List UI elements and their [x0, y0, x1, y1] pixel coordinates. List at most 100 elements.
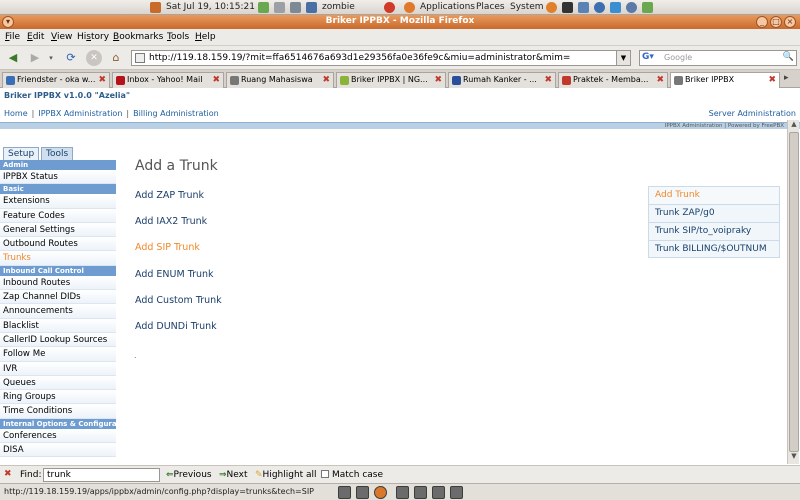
page-scrollbar[interactable]: ▲ ▼ — [787, 120, 799, 464]
check-launcher-icon[interactable] — [610, 2, 621, 13]
add-trunk-link-add-custom-trunk[interactable]: Add Custom Trunk — [135, 295, 222, 306]
taskbar-app-icon[interactable] — [338, 486, 351, 499]
close-window-icon[interactable]: × — [784, 16, 796, 28]
tab-close-icon[interactable]: ✖ — [98, 73, 106, 87]
tab-setup[interactable]: Setup — [3, 147, 40, 160]
sidebar-item-outbound-routes[interactable]: Outbound Routes — [0, 237, 116, 252]
sidebar-item-time-conditions[interactable]: Time Conditions — [0, 404, 116, 419]
help-launcher-icon[interactable] — [594, 2, 605, 13]
minimize-icon[interactable]: _ — [756, 16, 768, 28]
url-dropdown-icon[interactable]: ▼ — [616, 50, 631, 66]
firefox-launcher-icon[interactable] — [546, 2, 557, 13]
sidebar-item-callerid-lookup-sources[interactable]: CallerID Lookup Sources — [0, 332, 116, 348]
history-dropdown-icon[interactable]: ▾ — [43, 50, 59, 66]
menu-tools[interactable]: Tools — [167, 32, 189, 42]
tab-friendster[interactable]: Friendster - oka w... ✖ — [2, 72, 110, 88]
tab-close-icon[interactable]: ✖ — [656, 73, 664, 87]
search-input[interactable]: G▾ Google 🔍 — [639, 50, 797, 66]
tab-tools[interactable]: Tools — [41, 147, 74, 160]
taskbar-app-icon[interactable] — [396, 486, 409, 499]
google-engine-icon[interactable]: G▾ — [642, 52, 662, 64]
menu-help[interactable]: Help — [195, 32, 216, 42]
tab-list-icon[interactable]: ▸ — [784, 73, 789, 83]
taskbar-firefox-icon[interactable] — [374, 486, 387, 499]
forward-icon[interactable]: ▶ — [27, 50, 43, 66]
tab-rumah-kanker[interactable]: Rumah Kanker - ... ✖ — [448, 72, 556, 88]
search-icon[interactable]: 🔍 — [783, 52, 794, 62]
taskbar-app-icon[interactable] — [356, 486, 369, 499]
sidebar-item-extensions[interactable]: Extensions — [0, 194, 116, 209]
sidebar-item-ring-groups[interactable]: Ring Groups — [0, 390, 116, 405]
sidebar-item-conferences[interactable]: Conferences — [0, 428, 116, 444]
add-trunk-link-add-sip-trunk[interactable]: Add SIP Trunk — [135, 242, 200, 253]
menu-places[interactable]: Places — [476, 2, 505, 12]
nav-ippbx-admin-link[interactable]: IPPBX Administration — [38, 109, 122, 118]
tab-close-icon[interactable]: ✖ — [322, 73, 330, 87]
ubuntu-logo-icon[interactable] — [404, 2, 415, 13]
sidebar-item-blacklist[interactable]: Blacklist — [0, 318, 116, 333]
nav-home-link[interactable]: Home — [4, 109, 28, 118]
sidebar-item-ivr[interactable]: IVR — [0, 361, 116, 376]
panel-clock[interactable]: Sat Jul 19, 10:15:21 — [166, 2, 255, 12]
scroll-thumb[interactable] — [789, 132, 799, 452]
tab-ruang-mahasiswa[interactable]: Ruang Mahasiswa ✖ — [226, 72, 334, 88]
terminal-launcher-icon[interactable] — [562, 2, 573, 13]
add-trunk-link-add-enum-trunk[interactable]: Add ENUM Trunk — [135, 269, 214, 280]
menu-history[interactable]: History — [77, 32, 109, 42]
stop-icon[interactable]: ✕ — [86, 50, 102, 66]
reload-icon[interactable]: ⟳ — [63, 50, 79, 66]
find-next-button[interactable]: ⇒Next — [219, 470, 248, 480]
menu-applications[interactable]: Applications — [420, 2, 475, 12]
sidebar-item-zap-channel-dids[interactable]: Zap Channel DIDs — [0, 290, 116, 305]
back-icon[interactable]: ◀ — [5, 50, 21, 66]
sidebar-item-queues[interactable]: Queues — [0, 375, 116, 391]
nav-billing-admin-link[interactable]: Billing Administration — [133, 109, 219, 118]
tab-briker-ippbx-active[interactable]: Briker IPPBX ✖ — [670, 72, 780, 89]
taskbar-app-icon[interactable] — [432, 486, 445, 499]
sidebar-item-disa[interactable]: DISA — [0, 443, 116, 458]
tab-close-icon[interactable]: ✖ — [212, 73, 220, 87]
menu-file[interactable]: File — [5, 32, 20, 42]
menu-edit[interactable]: Edit — [27, 32, 44, 42]
add-trunk-link-add-iax2-trunk[interactable]: Add IAX2 Trunk — [135, 216, 207, 227]
tab-close-icon[interactable]: ✖ — [768, 73, 776, 87]
scroll-down-icon[interactable]: ▼ — [788, 452, 800, 464]
trunk-list-item[interactable]: Add Trunk — [648, 186, 780, 204]
trunk-list-item[interactable]: Trunk ZAP/g0 — [648, 204, 780, 222]
gnome-foot-icon[interactable] — [150, 2, 161, 13]
sidebar-item-general-settings[interactable]: General Settings — [0, 222, 116, 238]
taskbar-app-icon[interactable] — [414, 486, 427, 499]
sidebar-item-ippbx-status[interactable]: IPPBX Status — [0, 170, 116, 185]
highlight-all-button[interactable]: ✎Highlight all — [255, 470, 317, 480]
window-titlebar[interactable]: ▾ Briker IPPBX - Mozilla Firefox _ □ × — [0, 15, 800, 29]
trunk-list-item[interactable]: Trunk BILLING/$OUTNUM — [648, 240, 780, 258]
tab-praktek[interactable]: Praktek - Memba... ✖ — [558, 72, 668, 88]
tab-close-icon[interactable]: ✖ — [434, 73, 442, 87]
clock-launcher-icon[interactable] — [626, 2, 637, 13]
menu-system[interactable]: System — [510, 2, 544, 12]
server-admin-link[interactable]: Server Administration — [709, 109, 796, 118]
tab-yahoo-mail[interactable]: Inbox - Yahoo! Mail ✖ — [112, 72, 224, 88]
find-previous-button[interactable]: ⇐Previous — [166, 470, 212, 480]
tab-briker-ng[interactable]: Briker IPPBX | NG... ✖ — [336, 72, 446, 88]
maximize-icon[interactable]: □ — [770, 16, 782, 28]
panel-user[interactable]: zombie — [322, 2, 355, 12]
trunk-list-item[interactable]: Trunk SIP/to_voipraky — [648, 222, 780, 240]
add-trunk-link-add-zap-trunk[interactable]: Add ZAP Trunk — [135, 190, 204, 201]
tab-close-icon[interactable]: ✖ — [544, 73, 552, 87]
menu-view[interactable]: View — [51, 32, 72, 42]
scroll-up-icon[interactable]: ▲ — [788, 120, 800, 132]
menu-bookmarks[interactable]: Bookmarks — [113, 32, 163, 42]
add-trunk-link-add-dundi-trunk[interactable]: Add DUNDi Trunk — [135, 321, 217, 332]
mail-launcher-icon[interactable] — [578, 2, 589, 13]
find-close-icon[interactable]: ✖ — [4, 469, 12, 479]
sidebar-item-feature-codes[interactable]: Feature Codes — [0, 208, 116, 223]
sidebar-item-trunks[interactable]: Trunks — [0, 251, 116, 266]
url-input[interactable]: http://119.18.159.19/?mit=ffa6514676a693… — [131, 50, 631, 66]
sidebar-item-announcements[interactable]: Announcements — [0, 304, 116, 319]
home-icon[interactable]: ⌂ — [108, 50, 124, 66]
match-case-checkbox[interactable]: Match case — [321, 470, 383, 480]
sidebar-item-follow-me[interactable]: Follow Me — [0, 347, 116, 362]
chat-launcher-icon[interactable] — [642, 2, 653, 13]
find-input[interactable] — [43, 468, 160, 482]
